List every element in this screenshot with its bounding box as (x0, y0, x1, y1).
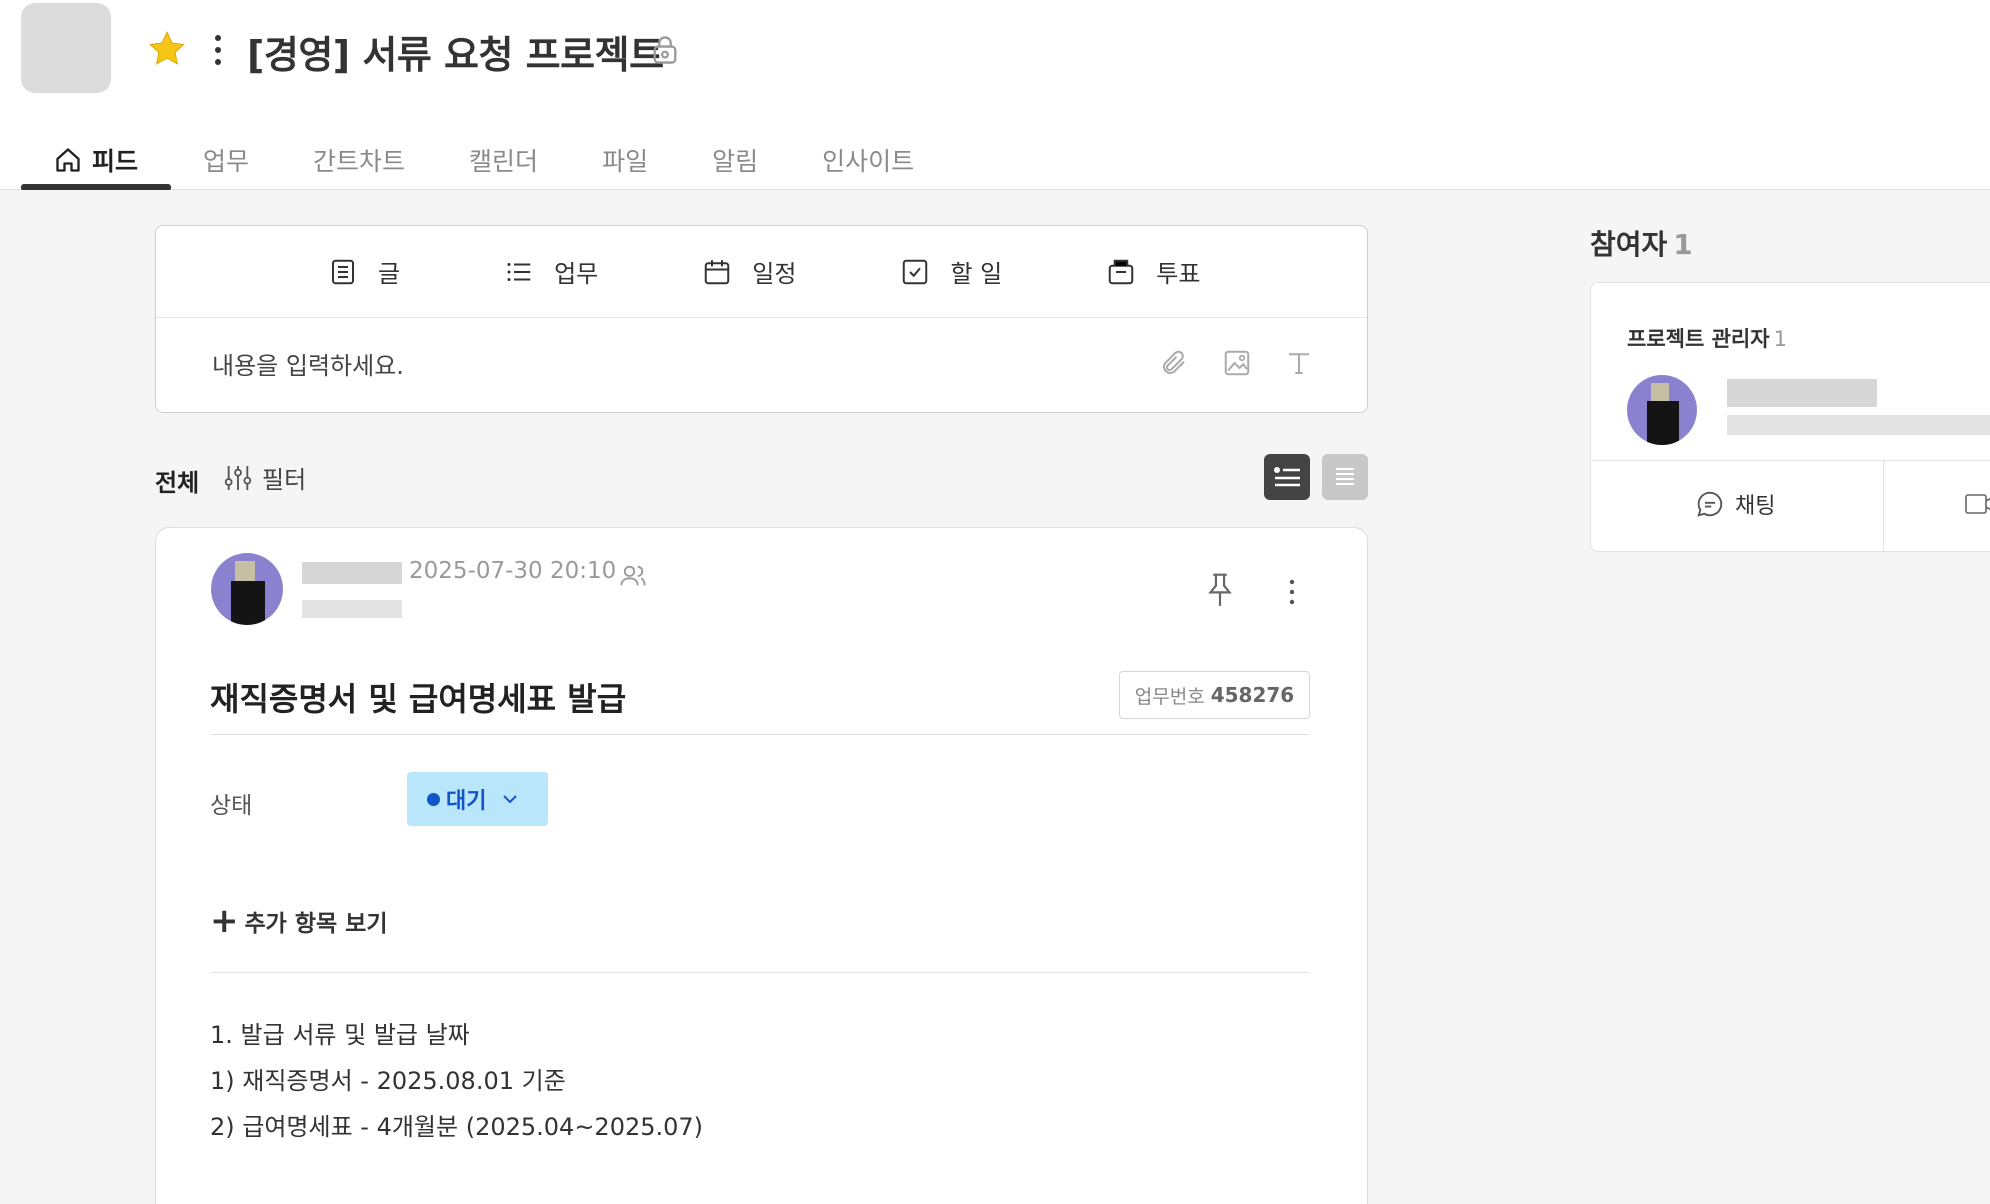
project-thumbnail[interactable] (21, 3, 111, 93)
feed-post: 2025-07-30 20:10 재직증명서 및 급여명세표 발급 업무번호 4… (155, 527, 1368, 1204)
composer-input[interactable]: 내용을 입력하세요. (212, 346, 404, 381)
show-more-label: 추가 항목 보기 (244, 911, 388, 937)
tab-gantt[interactable]: 간트차트 (313, 130, 405, 190)
composer-tab-label: 투표 (1156, 260, 1201, 288)
status-label: 상태 (210, 793, 253, 819)
composer-tab-todo[interactable]: 할 일 (900, 254, 1002, 289)
participants-title-text: 참여자 (1590, 228, 1668, 261)
task-title: 재직증명서 및 급여명세표 발급 (210, 680, 627, 718)
divider (210, 972, 1310, 973)
calendar-icon (705, 259, 730, 284)
chat-bubble-icon (1697, 491, 1723, 517)
project-header: [경영] 서류 요청 프로젝트 피드 업무 간트차트 캘린더 파일 알림 인사이… (0, 0, 1990, 191)
composer-tab-label: 업무 (554, 260, 599, 288)
author-avatar[interactable] (211, 553, 283, 625)
role-heading: 프로젝트 관리자 1 (1627, 323, 1787, 353)
plus-icon: + (210, 901, 239, 941)
participant-name-redacted (1727, 379, 1877, 407)
content-line: 1. 발급 서류 및 발급 날짜 (210, 1021, 470, 1049)
tab-files[interactable]: 파일 (602, 130, 648, 190)
participant-avatar[interactable] (1627, 375, 1697, 445)
sliders-icon (224, 465, 252, 490)
image-icon[interactable] (1222, 348, 1252, 378)
filter-button[interactable]: 필터 (222, 460, 306, 495)
list-icon (507, 262, 531, 281)
role-label: 프로젝트 관리자 (1627, 327, 1770, 351)
divider (1591, 460, 1990, 461)
status-dropdown[interactable]: 대기 (407, 772, 548, 826)
chevron-down-icon (503, 795, 518, 804)
card-view-button[interactable] (1264, 454, 1310, 500)
tab-tasks[interactable]: 업무 (203, 130, 249, 190)
content-line: 2) 급여명세표 - 4개월분 (2025.04~2025.07) (210, 1113, 704, 1141)
composer-tab-vote[interactable]: 투표 (1106, 254, 1200, 289)
project-tabs: 피드 업무 간트차트 캘린더 파일 알림 인사이트 (21, 130, 978, 191)
tab-label: 피드 (92, 147, 139, 176)
tab-notifications[interactable]: 알림 (712, 130, 758, 190)
star-icon[interactable] (146, 28, 188, 70)
role-count: 1 (1773, 327, 1787, 351)
show-more-fields-button[interactable]: + 추가 항목 보기 (210, 904, 387, 938)
composer-type-tabs: 글 업무 일정 할 일 투표 (156, 226, 1367, 318)
lines-icon (1336, 468, 1354, 485)
filter-all-label: 전체 (155, 469, 200, 497)
pin-icon[interactable] (1206, 572, 1234, 610)
home-icon (56, 148, 80, 172)
more-vertical-icon[interactable] (1286, 576, 1298, 608)
tab-calendar[interactable]: 캘린더 (469, 130, 538, 190)
post-composer: 글 업무 일정 할 일 투표 내용을 입력하세요. (155, 225, 1368, 413)
filter-button-label: 필터 (262, 466, 307, 494)
composer-tab-label: 일정 (752, 260, 797, 288)
composer-tab-post[interactable]: 글 (328, 254, 400, 289)
app-root: [경영] 서류 요청 프로젝트 피드 업무 간트차트 캘린더 파일 알림 인사이… (0, 0, 1990, 1204)
chat-button-label: 채팅 (1735, 494, 1776, 519)
tab-insights[interactable]: 인사이트 (822, 130, 914, 190)
participants-card: 프로젝트 관리자 1 채팅 (1590, 282, 1990, 552)
task-number-label: 업무번호 (1134, 685, 1205, 708)
lock-icon (653, 36, 677, 64)
chat-button[interactable]: 채팅 (1695, 488, 1775, 520)
task-number: 458276 (1210, 683, 1295, 707)
users-icon[interactable] (619, 562, 647, 590)
attachment-icon[interactable] (1159, 348, 1189, 378)
status-value: 대기 (446, 789, 487, 814)
task-number-badge: 업무번호 458276 (1119, 671, 1310, 719)
participant-info-redacted (1727, 415, 1990, 435)
participants-count: 1 (1673, 228, 1693, 261)
video-call-icon[interactable] (1964, 491, 1990, 517)
checkbox-icon (903, 259, 928, 284)
more-vertical-icon[interactable] (208, 30, 228, 70)
ballot-box-icon (1108, 259, 1134, 284)
author-name-redacted (302, 562, 402, 584)
divider (1883, 460, 1884, 551)
participants-title: 참여자 1 (1590, 223, 1693, 263)
card-list-icon (1274, 467, 1300, 487)
project-title: [경영] 서류 요청 프로젝트 (247, 33, 664, 77)
author-dept-redacted (302, 600, 402, 618)
composer-tab-schedule[interactable]: 일정 (702, 254, 796, 289)
tab-feed[interactable]: 피드 (21, 130, 172, 191)
text-format-icon[interactable] (1284, 348, 1314, 378)
composer-tab-task[interactable]: 업무 (504, 254, 598, 289)
status-dot (427, 792, 440, 806)
post-date: 2025-07-30 20:10 (409, 558, 617, 584)
composer-tab-label: 할 일 (950, 260, 1003, 288)
composer-tab-label: 글 (378, 260, 401, 288)
divider (210, 734, 1310, 735)
document-icon (332, 259, 354, 284)
compact-view-button[interactable] (1322, 454, 1368, 500)
content-line: 1) 재직증명서 - 2025.08.01 기준 (210, 1067, 566, 1095)
